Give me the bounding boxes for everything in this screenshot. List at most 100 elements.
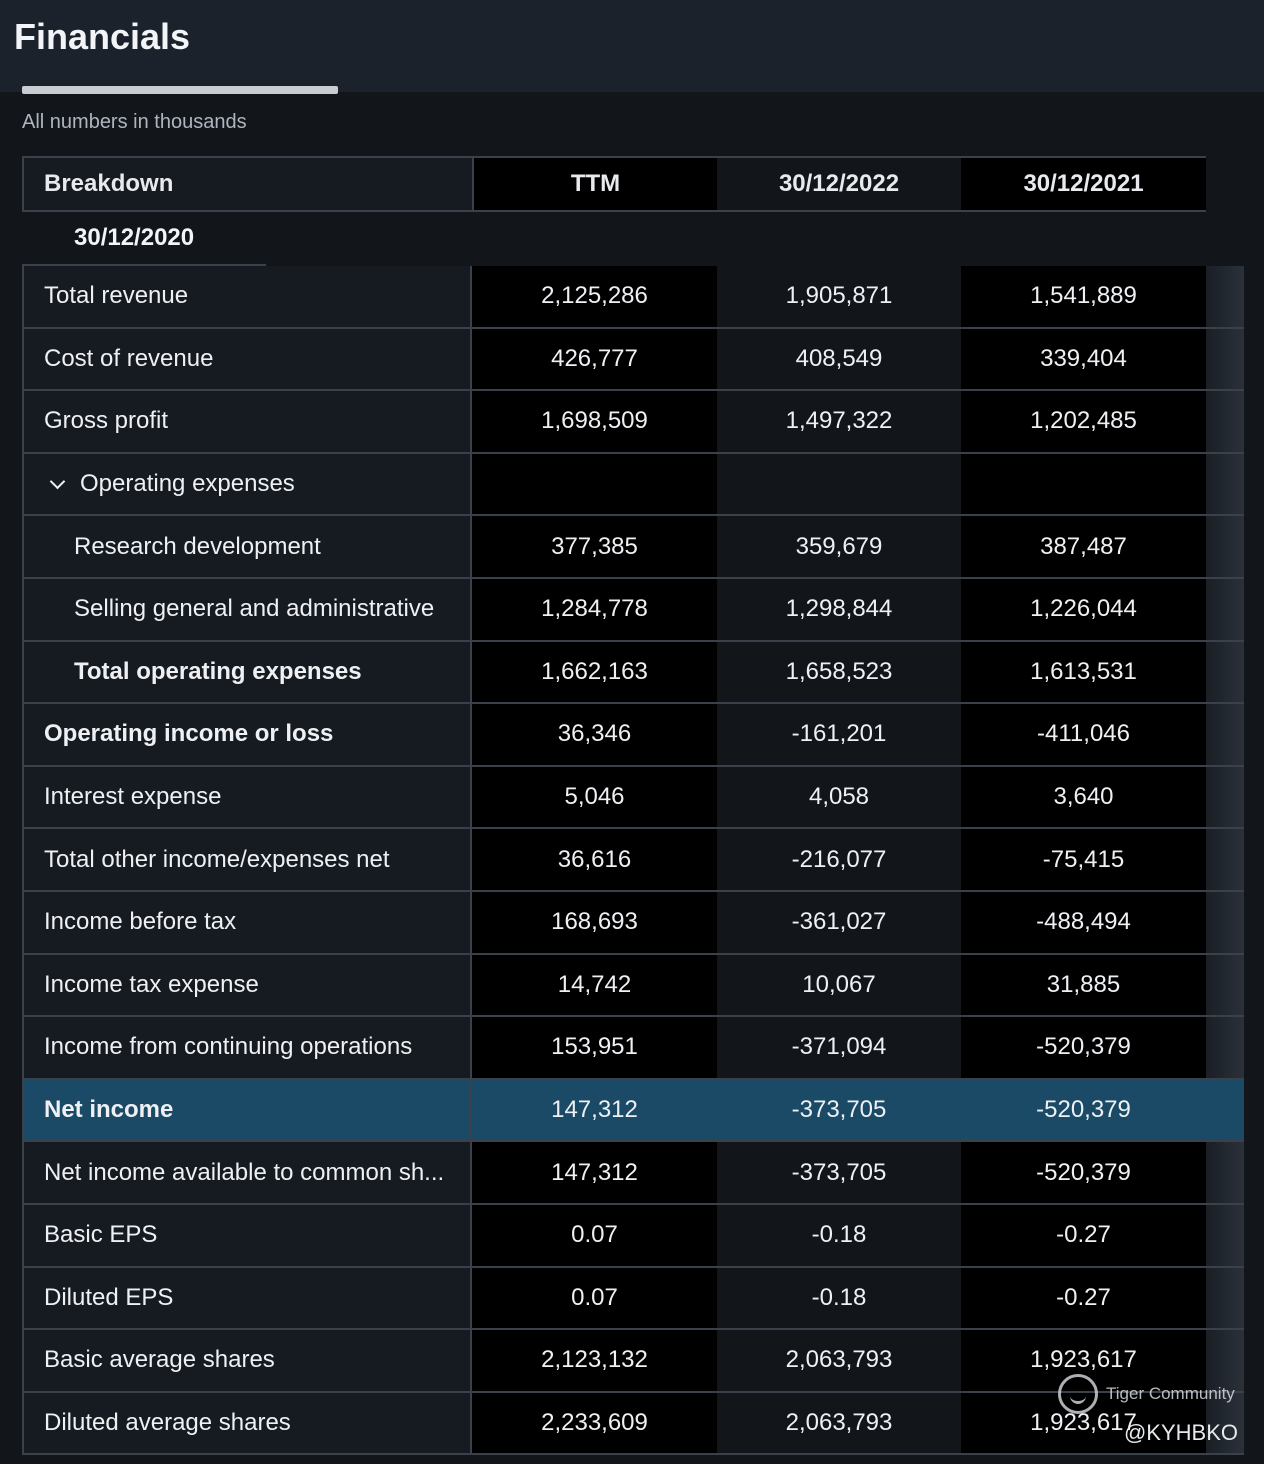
row-label-text: Selling general and administrative	[74, 595, 435, 623]
row-label-text: Income from continuing operations	[44, 1033, 413, 1061]
watermark: Tiger Community @KYHBKO	[1048, 1374, 1238, 1454]
table-row[interactable]: Cost of revenue 426,777 408,549 339,404	[22, 328, 1244, 392]
chevron-down-icon[interactable]	[50, 476, 66, 492]
row-label: Income before tax	[22, 891, 472, 953]
cell-ttm: 426,777	[472, 328, 717, 390]
row-label-text: Income tax expense	[44, 970, 259, 998]
row-label: Basic average shares	[22, 1330, 472, 1391]
row-label: Total other income/expenses net	[22, 829, 472, 890]
cell-ttm: 1,284,778	[472, 578, 717, 640]
units-note: All numbers in thousands	[22, 111, 247, 133]
cell-ttm: 2,125,286	[472, 266, 717, 327]
row-label-text: Net income available to common sh...	[44, 1158, 445, 1186]
row-label: Interest expense	[22, 766, 472, 828]
top-bar: Financials	[0, 0, 1264, 92]
cell-ttm: 168,693	[472, 891, 717, 953]
table-row[interactable]: Income before tax 168,693 -361,027 -488,494	[22, 891, 1244, 955]
table-row[interactable]: Research development 377,385 359,679 387,48…	[22, 516, 1244, 579]
cell-2021: 1,226,044	[961, 578, 1206, 640]
cell-2021	[961, 453, 1206, 515]
table-row[interactable]: Gross profit 1,698,509 1,497,322 1,202,485	[22, 391, 1244, 454]
cell-2021: -75,415	[961, 829, 1206, 890]
cell-2021: 1,613,531	[961, 641, 1206, 703]
row-label-text: Basic EPS	[44, 1221, 158, 1249]
row-label-text: Gross profit	[44, 407, 169, 435]
row-label-text: Income before tax	[44, 908, 237, 936]
column-header-2020[interactable]: 30/12/2020	[22, 212, 266, 266]
row-label-text: Cost of revenue	[44, 344, 214, 372]
cell-2020-edge	[1206, 266, 1244, 327]
cell-ttm: 2,123,132	[472, 1330, 717, 1391]
cell-ttm: 153,951	[472, 1017, 717, 1078]
cell-ttm: 36,346	[472, 704, 717, 765]
cell-2022: 1,497,322	[717, 391, 961, 452]
table-body: Total revenue 2,125,286 1,905,871 1,541,889…	[22, 266, 1244, 1456]
cell-2021: -0.27	[961, 1204, 1206, 1266]
table-row[interactable]: Net income 147,312 -373,705 -520,379	[22, 1079, 1244, 1143]
cell-2020-edge	[1206, 1142, 1244, 1203]
column-header-breakdown[interactable]: Breakdown	[22, 156, 472, 212]
row-label-text: Diluted average shares	[44, 1408, 291, 1436]
row-label: Net income	[22, 1079, 472, 1141]
cell-2021: -411,046	[961, 704, 1206, 765]
cell-2022: -371,094	[717, 1017, 961, 1078]
table-row[interactable]: Total revenue 2,125,286 1,905,871 1,541,889	[22, 266, 1244, 329]
row-label-text: Research development	[74, 532, 321, 560]
column-header-2021[interactable]: 30/12/2021	[961, 156, 1206, 212]
cell-2022: -373,705	[717, 1079, 961, 1141]
table-row[interactable]: Basic EPS 0.07 -0.18 -0.27	[22, 1204, 1244, 1268]
column-header-ttm[interactable]: TTM	[472, 156, 717, 212]
column-header-2022[interactable]: 30/12/2022	[717, 156, 961, 212]
cell-2022: -0.18	[717, 1267, 961, 1329]
financials-table: Breakdown TTM 30/12/2022 30/12/2021 30/1…	[22, 156, 1244, 1456]
cell-2022: 1,905,871	[717, 266, 961, 327]
row-label: Operating expenses	[22, 453, 472, 515]
row-label: Income tax expense	[22, 954, 472, 1016]
cell-2020-edge	[1206, 766, 1244, 828]
row-label-text: Total operating expenses	[74, 657, 362, 685]
cell-ttm: 1,662,163	[472, 641, 717, 703]
watermark-brand: Tiger Community	[1106, 1384, 1235, 1403]
table-row[interactable]: Income tax expense 14,742 10,067 31,885	[22, 954, 1244, 1018]
row-label: Diluted EPS	[22, 1267, 472, 1329]
cell-2022: -161,201	[717, 704, 961, 765]
table-row[interactable]: Income from continuing operations 153,951…	[22, 1017, 1244, 1080]
cell-2020-edge	[1206, 453, 1244, 515]
row-label-text: Total other income/expenses net	[44, 845, 390, 873]
table-row[interactable]: Diluted EPS 0.07 -0.18 -0.27	[22, 1267, 1244, 1331]
cell-2022: 2,063,793	[717, 1392, 961, 1454]
row-label: Basic EPS	[22, 1204, 472, 1266]
cell-2022: 408,549	[717, 328, 961, 390]
cell-2022: 4,058	[717, 766, 961, 828]
table-row[interactable]: Total other income/expenses net 36,616 -21…	[22, 829, 1244, 892]
cell-ttm: 0.07	[472, 1204, 717, 1266]
row-label: Research development	[22, 516, 472, 577]
table-row[interactable]: Interest expense 5,046 4,058 3,640	[22, 766, 1244, 830]
table-row[interactable]: Net income available to common sh... 147,…	[22, 1142, 1244, 1205]
cell-2020-edge	[1206, 516, 1244, 577]
cell-2022: -361,027	[717, 891, 961, 953]
tiger-logo-icon	[1058, 1374, 1098, 1414]
row-label: Total operating expenses	[22, 641, 472, 703]
cell-2021: -520,379	[961, 1017, 1206, 1078]
table-row[interactable]: Operating expenses	[22, 453, 1244, 517]
cell-2021: -0.27	[961, 1267, 1206, 1329]
row-label: Cost of revenue	[22, 328, 472, 390]
cell-2022: -0.18	[717, 1204, 961, 1266]
row-label: Net income available to common sh...	[22, 1142, 472, 1203]
row-label-text: Basic average shares	[44, 1346, 275, 1374]
table-row[interactable]: Operating income or loss 36,346 -161,201 -4…	[22, 704, 1244, 767]
row-label-text: Interest expense	[44, 783, 222, 811]
row-label: Operating income or loss	[22, 704, 472, 765]
cell-2021: 387,487	[961, 516, 1206, 577]
cell-2022: -216,077	[717, 829, 961, 890]
cell-2020-edge	[1206, 954, 1244, 1016]
cell-2022: 1,658,523	[717, 641, 961, 703]
table-row[interactable]: Total operating expenses 1,662,163 1,658,5…	[22, 641, 1244, 705]
cell-2021: 31,885	[961, 954, 1206, 1016]
table-row[interactable]: Selling general and administrative 1,284,…	[22, 578, 1244, 642]
cell-2020-edge	[1206, 641, 1244, 703]
cell-2020-edge	[1206, 891, 1244, 953]
row-label: Total revenue	[22, 266, 472, 327]
cell-ttm	[472, 453, 717, 515]
